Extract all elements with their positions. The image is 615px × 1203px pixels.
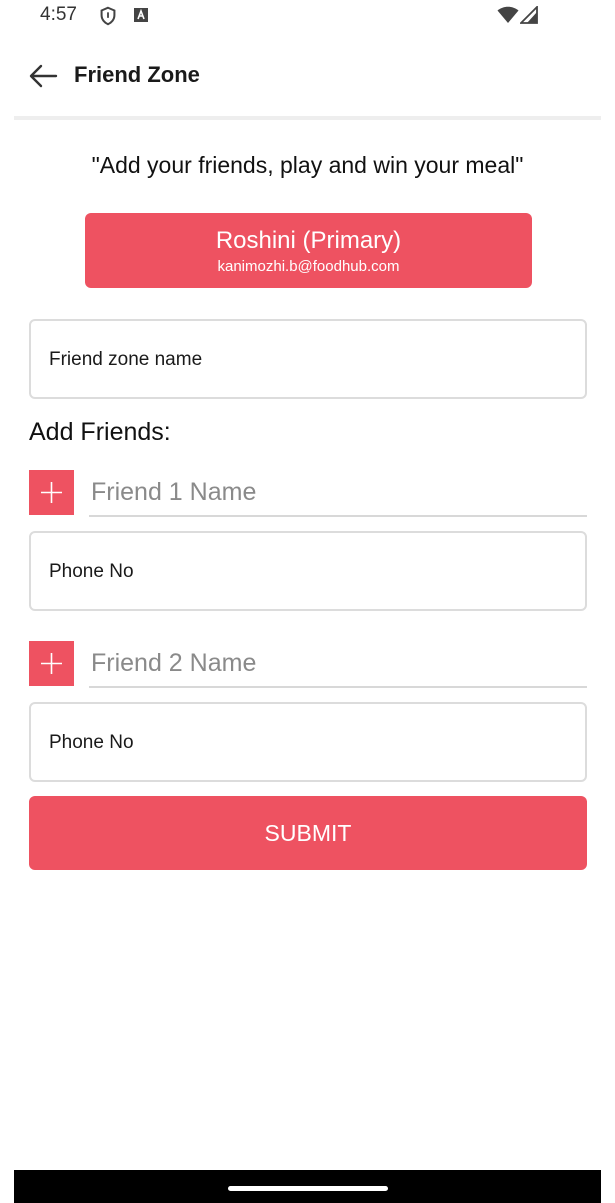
arrow-left-icon[interactable] — [26, 58, 62, 94]
friend-2-phone-input[interactable] — [47, 704, 571, 782]
add-friends-title: Add Friends: — [29, 418, 171, 446]
primary-user-email: kanimozhi.b@foodhub.com — [217, 258, 400, 275]
home-indicator[interactable] — [228, 1186, 388, 1191]
shield-icon — [100, 6, 116, 26]
friend-1-name-input[interactable] — [89, 469, 591, 515]
friend-1-name-field — [89, 469, 591, 517]
add-friend-2-button[interactable] — [29, 641, 74, 686]
signal-icon — [520, 6, 538, 24]
friend-2-name-field — [89, 640, 591, 688]
status-time: 4:57 — [40, 4, 77, 25]
toolbar-divider — [14, 116, 601, 120]
primary-user-card: Roshini (Primary) kanimozhi.b@foodhub.co… — [85, 213, 532, 288]
plus-icon — [41, 653, 62, 674]
toolbar: Friend Zone — [0, 34, 615, 116]
add-friend-1-button[interactable] — [29, 470, 74, 515]
a-badge-icon — [134, 8, 148, 22]
page-title: Friend Zone — [74, 62, 200, 87]
friend-zone-name-input[interactable] — [47, 321, 571, 399]
tagline: "Add your friends, play and win your mea… — [91, 152, 524, 178]
friend-zone-name-field — [29, 319, 587, 399]
friend-1-phone-field — [29, 531, 587, 611]
status-bar: 4:57 — [0, 0, 615, 34]
friend-2-name-input[interactable] — [89, 640, 591, 686]
plus-icon — [41, 482, 62, 503]
navigation-bar — [14, 1170, 601, 1203]
primary-user-name: Roshini (Primary) — [215, 227, 402, 254]
friend-2-phone-field — [29, 702, 587, 782]
submit-button[interactable]: SUBMIT — [29, 796, 587, 870]
friend-1-phone-input[interactable] — [47, 533, 571, 611]
wifi-icon — [497, 6, 519, 23]
